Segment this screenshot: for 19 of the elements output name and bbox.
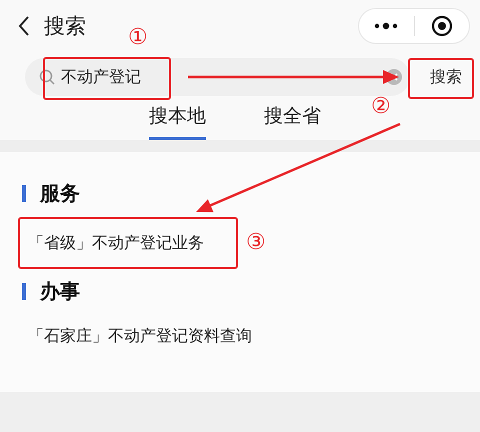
section-title: 办事	[40, 278, 80, 304]
search-field[interactable]: 不动产登记	[25, 58, 410, 96]
tab[interactable]: 搜全省	[264, 103, 321, 140]
step-number: ①	[128, 27, 148, 49]
search-button[interactable]: 搜索	[422, 60, 470, 94]
section-marker	[22, 184, 26, 202]
section-title: 服务	[40, 180, 80, 206]
step-number: ③	[246, 232, 266, 254]
page-title: 搜索	[44, 13, 86, 40]
search-input[interactable]: 不动产登记	[61, 68, 380, 86]
result-item[interactable]: 「省级」不动产登记业务	[28, 233, 204, 253]
back-icon[interactable]	[18, 16, 30, 36]
search-icon	[39, 69, 55, 85]
more-icon	[374, 22, 398, 30]
section-marker	[22, 282, 26, 300]
step-number: ②	[371, 96, 391, 118]
result-item[interactable]: 「石家庄」不动产登记资料查询	[28, 326, 252, 346]
highlight-frame	[408, 58, 474, 99]
target-icon	[430, 15, 453, 37]
